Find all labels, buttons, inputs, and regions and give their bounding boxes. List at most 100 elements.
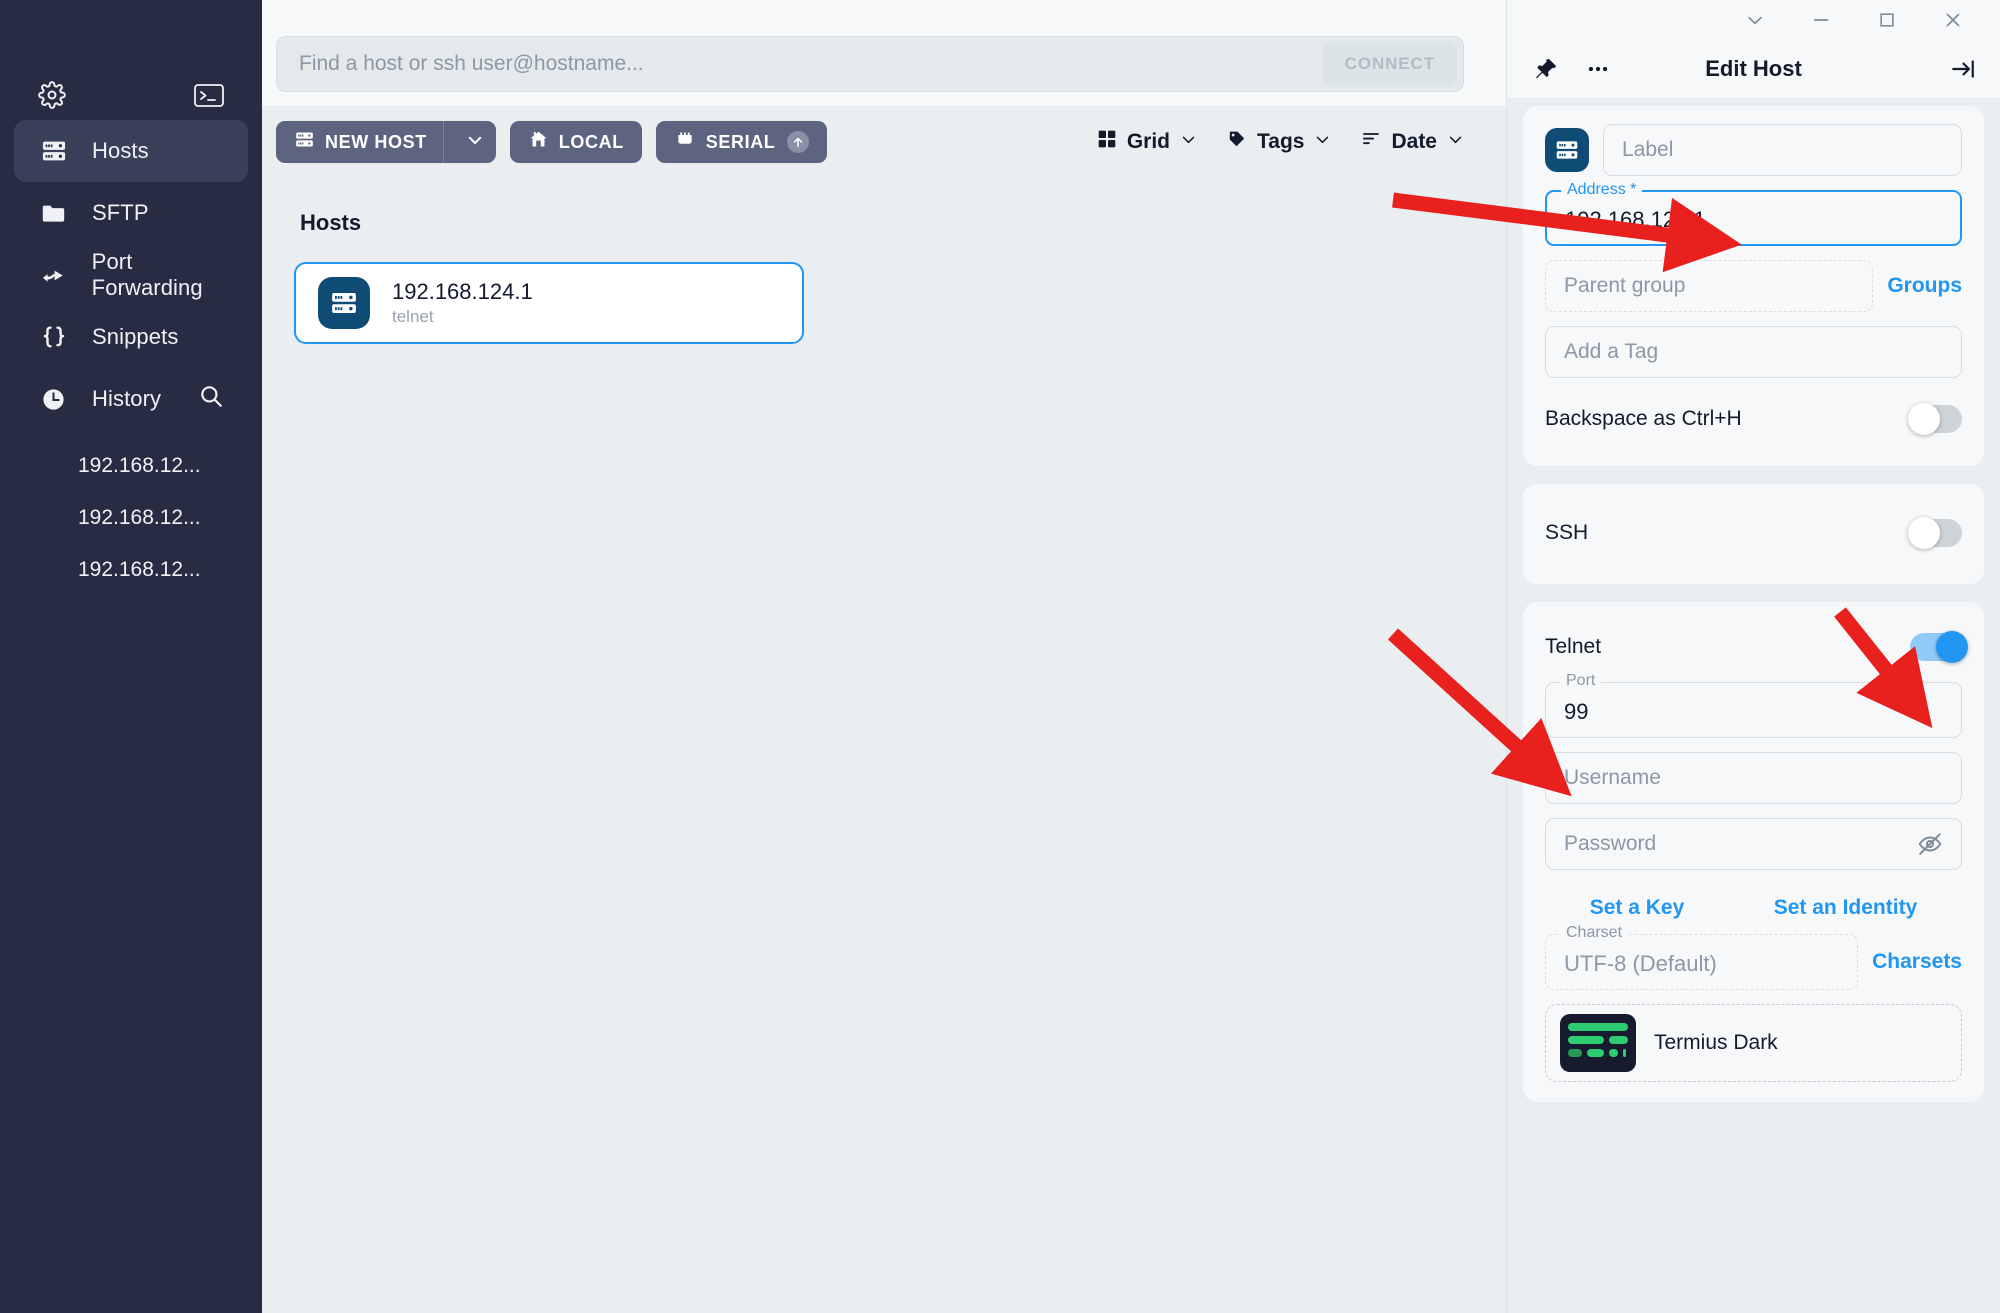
sort-label: Date <box>1391 130 1437 153</box>
edit-host-panel: Edit Host Label Address * 192.168.124.1 … <box>1506 0 2000 1313</box>
charsets-link[interactable]: Charsets <box>1872 950 1962 974</box>
theme-preview-icon <box>1560 1014 1636 1072</box>
port-input[interactable]: Port 99 <box>1545 672 1962 738</box>
sidebar-item-label: SFTP <box>92 200 149 225</box>
toolbar-right-group: Grid Tags Date <box>1097 129 1464 155</box>
terminal-icon[interactable] <box>194 83 224 107</box>
page-title: Hosts <box>300 210 362 235</box>
toolbar-left-group: NEW HOST LOCAL SERIAL <box>276 121 828 163</box>
serial-button[interactable]: SERIAL <box>655 121 828 163</box>
view-mode-button[interactable]: Grid <box>1097 129 1197 155</box>
set-an-identity-link[interactable]: Set an Identity <box>1774 896 1918 920</box>
ssh-card: SSH <box>1523 484 1984 584</box>
sidebar-item-label: Hosts <box>92 138 149 163</box>
search-input[interactable]: Find a host or ssh user@hostname... <box>299 52 1323 76</box>
server-icon[interactable] <box>1545 128 1589 172</box>
sort-icon <box>1361 129 1381 155</box>
charset-row: Charset UTF-8 (Default) Charsets <box>1545 924 1962 990</box>
parent-group-input[interactable]: Parent group <box>1545 260 1874 312</box>
password-input[interactable]: Password <box>1545 818 1962 870</box>
address-input[interactable]: Address * 192.168.124.1 <box>1545 181 1962 246</box>
sidebar-item-history[interactable]: History <box>14 368 248 430</box>
backspace-ctrlh-row: Backspace as Ctrl+H <box>1545 392 1962 446</box>
upgrade-badge-icon <box>787 131 810 153</box>
list-item[interactable]: 192.168.12... <box>0 440 262 492</box>
new-host-main[interactable]: NEW HOST <box>276 121 444 163</box>
chevron-down-icon <box>1314 130 1331 154</box>
folder-icon <box>40 200 70 227</box>
hosts-toolbar: NEW HOST LOCAL SERIAL Grid Tags Date <box>262 106 1506 178</box>
toggle-knob <box>1908 403 1940 435</box>
parent-group-row: Parent group Groups <box>1545 260 1962 312</box>
list-item[interactable]: 192.168.12... <box>0 544 262 596</box>
server-icon <box>294 129 315 155</box>
more-horizontal-icon[interactable] <box>1585 56 1611 82</box>
sidebar-history-list: 192.168.12... 192.168.12... 192.168.12..… <box>0 440 262 596</box>
gear-icon[interactable] <box>38 81 66 109</box>
search-icon[interactable] <box>198 383 224 415</box>
search-bar[interactable]: Find a host or ssh user@hostname... CONN… <box>276 36 1464 92</box>
local-label: LOCAL <box>558 131 624 152</box>
restore-down-button[interactable] <box>1722 0 1788 40</box>
chevron-down-icon <box>1180 130 1197 154</box>
toggle-knob <box>1936 631 1968 663</box>
host-address: 192.168.124.1 <box>392 279 533 305</box>
tags-filter-button[interactable]: Tags <box>1227 129 1331 155</box>
minimize-button[interactable] <box>1788 0 1854 40</box>
telnet-toggle[interactable] <box>1910 631 1968 663</box>
add-tag-input[interactable]: Add a Tag <box>1545 326 1962 378</box>
telnet-label: Telnet <box>1545 635 1602 658</box>
groups-link[interactable]: Groups <box>1887 274 1962 298</box>
address-value: 192.168.124.1 <box>1565 207 1706 232</box>
sidebar-item-port-forwarding[interactable]: Port Forwarding <box>14 244 248 306</box>
host-card-text: 192.168.124.1 telnet <box>392 278 533 328</box>
ssh-row: SSH <box>1545 506 1962 560</box>
sidebar-nav: Hosts SFTP Port Forwarding Snippets Hist… <box>0 120 262 430</box>
sidebar-item-label: Snippets <box>92 324 179 349</box>
eye-off-icon[interactable] <box>1917 831 1943 857</box>
list-item[interactable]: 192.168.12... <box>0 492 262 544</box>
label-input[interactable]: Label <box>1603 124 1962 176</box>
sidebar-header <box>0 0 262 112</box>
collapse-right-icon[interactable] <box>1948 56 1978 82</box>
theme-selector[interactable]: Termius Dark <box>1545 1004 1962 1082</box>
backspace-ctrlh-label: Backspace as Ctrl+H <box>1545 407 1742 430</box>
serial-port-icon <box>674 130 696 155</box>
window-controls <box>1507 0 2000 40</box>
grid-icon <box>1097 129 1117 155</box>
sidebar-item-snippets[interactable]: Snippets <box>14 306 248 368</box>
telnet-row: Telnet <box>1545 620 1968 674</box>
chevron-down-icon <box>466 131 484 154</box>
new-host-label: NEW HOST <box>325 131 427 152</box>
charset-select[interactable]: Charset UTF-8 (Default) <box>1545 924 1859 990</box>
sort-button[interactable]: Date <box>1361 129 1464 155</box>
username-input[interactable]: Username <box>1545 752 1962 804</box>
clock-icon <box>40 386 70 413</box>
sidebar-item-label: History <box>92 386 162 411</box>
backspace-ctrlh-toggle[interactable] <box>1908 403 1962 435</box>
port-legend: Port <box>1560 672 1602 690</box>
pin-icon[interactable] <box>1533 56 1559 82</box>
maximize-button[interactable] <box>1854 0 1920 40</box>
sidebar-item-sftp[interactable]: SFTP <box>14 182 248 244</box>
forward-arrow-icon <box>40 261 70 289</box>
panel-body: Label Address * 192.168.124.1 Parent gro… <box>1507 98 2000 1313</box>
host-card[interactable]: 192.168.124.1 telnet <box>294 262 804 344</box>
ssh-toggle[interactable] <box>1908 517 1962 549</box>
local-button[interactable]: LOCAL <box>509 121 642 163</box>
main-content: Find a host or ssh user@hostname... CONN… <box>262 0 1506 1313</box>
new-host-button[interactable]: NEW HOST <box>276 121 496 163</box>
connect-button[interactable]: CONNECT <box>1322 41 1457 87</box>
close-button[interactable] <box>1920 0 1986 40</box>
panel-title: Edit Host <box>1705 56 1802 81</box>
chevron-down-icon <box>1447 130 1464 154</box>
view-mode-label: Grid <box>1126 130 1170 153</box>
set-a-key-link[interactable]: Set a Key <box>1590 896 1685 920</box>
app-window: Hosts SFTP Port Forwarding Snippets Hist… <box>0 0 2000 1313</box>
panel-header: Edit Host <box>1507 40 2000 98</box>
sidebar-item-label: Port Forwarding <box>91 249 203 300</box>
label-row: Label <box>1545 124 1962 176</box>
sidebar-item-hosts[interactable]: Hosts <box>14 120 248 182</box>
new-host-dropdown-button[interactable] <box>454 121 496 163</box>
tag-icon <box>1227 129 1247 155</box>
